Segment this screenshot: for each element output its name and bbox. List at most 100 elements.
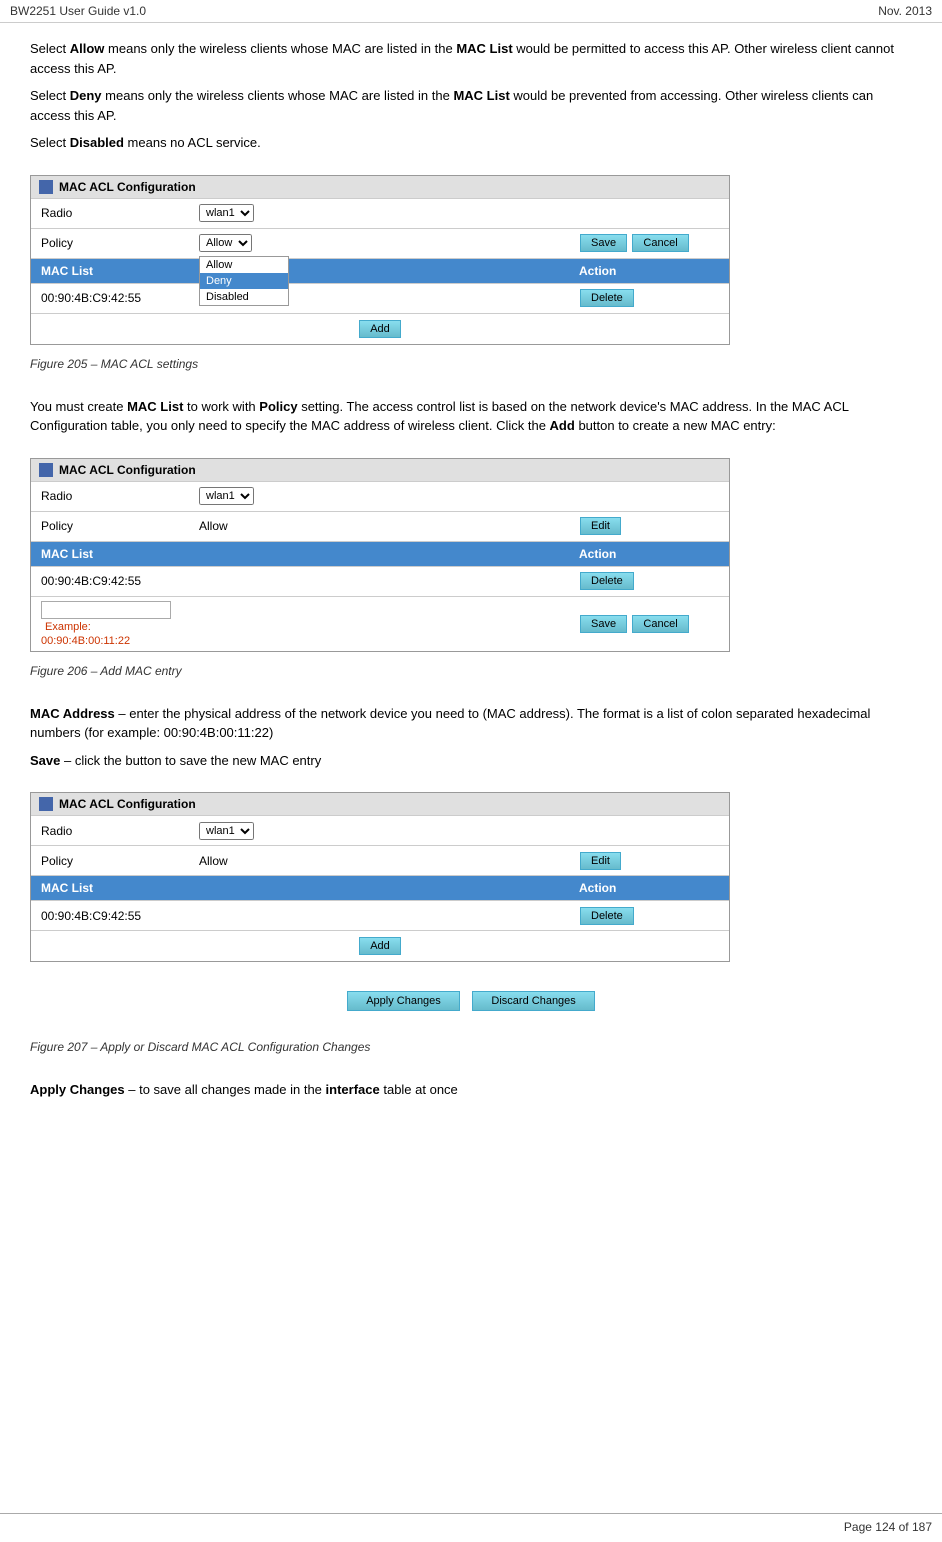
table1-footer-row: Add	[31, 313, 729, 344]
dropdown-disabled[interactable]: Disabled	[200, 289, 288, 305]
table3-policy-label: Policy	[31, 850, 191, 872]
footer-pagination: Page 124 of 187	[844, 1520, 932, 1534]
table2-mac-input[interactable]	[41, 601, 171, 619]
table3-title-row: MAC ACL Configuration	[31, 793, 729, 815]
table1-add-btn[interactable]: Add	[359, 320, 401, 338]
table3-maclist-header: MAC List	[31, 876, 569, 900]
table2-mac-action: Delete	[569, 567, 729, 595]
table2-mac-acl: MAC ACL Configuration Radio wlan1 Policy…	[30, 458, 730, 652]
table3-title: MAC ACL Configuration	[59, 797, 196, 811]
table1-dropdown-menu: Allow Deny Disabled	[199, 256, 289, 306]
table2-maclist-header: MAC List	[31, 542, 569, 566]
body3-text1: Apply Changes – to save all changes made…	[30, 1080, 912, 1100]
para2: Select Deny means only the wireless clie…	[30, 86, 912, 125]
table1-title-row: MAC ACL Configuration	[31, 176, 729, 198]
table2-edit-btn[interactable]: Edit	[580, 517, 621, 535]
table1-mac-value: 00:90:4B:C9:42:55	[31, 287, 191, 309]
table1-mac-action: Delete	[569, 284, 729, 312]
table1-radio-select[interactable]: wlan1	[199, 204, 254, 222]
discard-changes-btn[interactable]: Discard Changes	[472, 991, 594, 1011]
table2-icon	[39, 463, 53, 477]
disabled-bold: Disabled	[70, 135, 124, 150]
table2-header-row: MAC List Action	[31, 541, 729, 566]
table1-cancel-btn[interactable]: Cancel	[632, 234, 688, 252]
table1-mac-row: 00:90:4B:C9:42:55 Delete	[31, 283, 729, 313]
table1-policy-value: Allow Allow Deny Disabled	[191, 230, 569, 256]
table1-action-header: Action	[569, 259, 729, 283]
table2-policy-label: Policy	[31, 515, 191, 537]
table3-mac-row: 00:90:4B:C9:42:55 Delete	[31, 900, 729, 930]
table3-mac-action: Delete	[569, 902, 729, 930]
para3: Select Disabled means no ACL service.	[30, 133, 912, 153]
table1-policy-label: Policy	[31, 232, 191, 254]
para1: Select Allow means only the wireless cli…	[30, 39, 912, 78]
table1-save-btn[interactable]: Save	[580, 234, 627, 252]
table2-title-row: MAC ACL Configuration	[31, 459, 729, 481]
table1-mac-acl: MAC ACL Configuration Radio wlan1 Policy…	[30, 175, 730, 345]
allow-bold: Allow	[70, 41, 105, 56]
table1-radio-value: wlan1	[191, 200, 569, 226]
table1-policy-row: Policy Allow Allow Deny Disabled Save Ca…	[31, 228, 729, 258]
table1-delete-btn[interactable]: Delete	[580, 289, 634, 307]
table2-title: MAC ACL Configuration	[59, 463, 196, 477]
doc-date: Nov. 2013	[878, 4, 932, 18]
table1-title: MAC ACL Configuration	[59, 180, 196, 194]
interface-bold: interface	[326, 1082, 380, 1097]
table3-icon	[39, 797, 53, 811]
table1-radio-label: Radio	[31, 202, 191, 224]
table3-policy-value: Allow	[191, 850, 569, 872]
table2-radio-select[interactable]: wlan1	[199, 487, 254, 505]
table1-maclist-header: MAC List	[31, 259, 569, 283]
table3-mac-acl: MAC ACL Configuration Radio wlan1 Policy…	[30, 792, 730, 962]
deny-bold: Deny	[70, 88, 102, 103]
table2-delete-btn[interactable]: Delete	[580, 572, 634, 590]
table1-radio-action	[569, 209, 729, 217]
table1-policy-select[interactable]: Allow	[199, 234, 252, 252]
table1-policy-action: Save Cancel	[569, 229, 729, 257]
table2-input-row: Example: 00:90:4B:00:11:22 Save Cancel	[31, 596, 729, 651]
dropdown-allow[interactable]: Allow	[200, 257, 288, 273]
dropdown-deny[interactable]: Deny	[200, 273, 288, 289]
table1-header-row: MAC List Action	[31, 258, 729, 283]
table2-policy-row: Policy Allow Edit	[31, 511, 729, 541]
table2-mac-input-cell[interactable]: Example: 00:90:4B:00:11:22	[31, 597, 191, 651]
table3-add-btn[interactable]: Add	[359, 937, 401, 955]
table3-action-header: Action	[569, 876, 729, 900]
table3-radio-row: Radio wlan1	[31, 815, 729, 845]
table2-save-btn[interactable]: Save	[580, 615, 627, 633]
body2-text2: Save – click the button to save the new …	[30, 751, 912, 771]
table3-policy-row: Policy Allow Edit	[31, 845, 729, 875]
table3-radio-select[interactable]: wlan1	[199, 822, 254, 840]
table2-cancel-btn[interactable]: Cancel	[632, 615, 688, 633]
table3-radio-action	[569, 827, 729, 835]
maclist-bold3: MAC List	[127, 399, 183, 414]
maclist-bold1: MAC List	[456, 41, 512, 56]
table3-delete-btn[interactable]: Delete	[580, 907, 634, 925]
table3-edit-btn[interactable]: Edit	[580, 852, 621, 870]
table2-input-action: Save Cancel	[569, 610, 729, 638]
main-content: Select Allow means only the wireless cli…	[0, 23, 942, 1168]
apply-changes-btn[interactable]: Apply Changes	[347, 991, 460, 1011]
table1-radio-row: Radio wlan1	[31, 198, 729, 228]
table2-mac-value: 00:90:4B:C9:42:55	[31, 570, 191, 592]
table2-radio-action	[569, 492, 729, 500]
table1-policy-dropdown[interactable]: Allow Allow Deny Disabled	[199, 234, 252, 252]
table3-footer-row: Add	[31, 930, 729, 961]
para1-rest: means only the wireless clients whose MA…	[104, 41, 456, 56]
add-bold: Add	[550, 418, 575, 433]
footer-line	[0, 1513, 942, 1514]
body-text1: You must create MAC List to work with Po…	[30, 397, 912, 436]
apply-bold: Apply Changes	[30, 1082, 125, 1097]
table2-example-text: Example: 00:90:4B:00:11:22	[41, 621, 130, 647]
table3-mac-value: 00:90:4B:C9:42:55	[31, 905, 191, 927]
table2-policy-value: Allow	[191, 515, 569, 537]
header-bar: BW2251 User Guide v1.0 Nov. 2013	[0, 0, 942, 23]
table3-radio-value: wlan1	[191, 818, 569, 844]
fig2-caption: Figure 206 – Add MAC entry	[30, 662, 912, 680]
apply-discard-row: Apply Changes Discard Changes	[30, 982, 912, 1020]
policy-bold: Policy	[259, 399, 297, 414]
table1-icon	[39, 180, 53, 194]
table2-mac-row: 00:90:4B:C9:42:55 Delete	[31, 566, 729, 596]
table2-policy-action: Edit	[569, 512, 729, 540]
table3-radio-label: Radio	[31, 820, 191, 842]
